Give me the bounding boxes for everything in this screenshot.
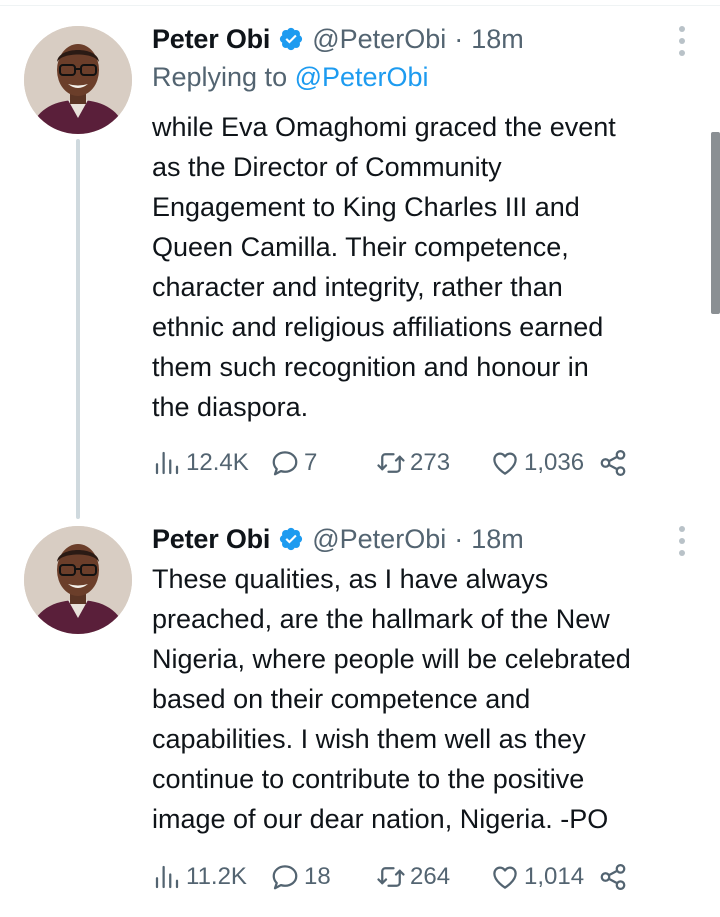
like-button[interactable]: 1,036 — [490, 445, 584, 481]
tweet-text: These qualities, as I have always preach… — [152, 564, 631, 834]
more-vertical-icon[interactable] — [676, 526, 688, 556]
retweet-icon — [377, 867, 405, 887]
avatar-photo — [24, 26, 132, 134]
header-separator: · — [454, 523, 464, 554]
avatar-photo — [24, 526, 132, 634]
verified-badge-icon — [278, 26, 304, 52]
reply-bubble-icon — [272, 865, 298, 890]
tweet-timestamp[interactable]: 18m — [471, 524, 524, 555]
author-name[interactable]: Peter Obi — [152, 524, 270, 555]
author-handle[interactable]: @PeterObi — [312, 24, 446, 55]
replying-to-prefix: Replying to — [152, 62, 295, 92]
retweet-button[interactable]: 264 — [376, 859, 450, 895]
author-handle[interactable]: @PeterObi — [312, 524, 446, 555]
reply-count: 18 — [304, 863, 331, 890]
share-button[interactable] — [598, 445, 628, 481]
avatar[interactable] — [24, 526, 132, 634]
share-button[interactable] — [598, 859, 628, 895]
top-divider — [0, 0, 720, 6]
header-separator: · — [454, 23, 464, 54]
tweet-text: while Eva Omaghomi graced the event as t… — [152, 112, 616, 422]
reply-count: 7 — [304, 449, 318, 476]
like-button[interactable]: 1,014 — [490, 859, 584, 895]
like-count: 1,036 — [524, 449, 585, 476]
retweet-count: 264 — [410, 863, 451, 890]
views-bar-chart-icon — [155, 865, 179, 889]
more-vertical-icon[interactable] — [676, 26, 688, 56]
replying-to-line: Replying to @PeterObi — [152, 62, 429, 93]
tweet-timestamp[interactable]: 18m — [471, 24, 524, 55]
views-bar-chart-icon — [155, 451, 179, 475]
views-button[interactable]: 11.2K — [152, 859, 247, 895]
replying-to-link[interactable]: @PeterObi — [295, 62, 429, 92]
like-count: 1,014 — [524, 863, 585, 890]
author-name[interactable]: Peter Obi — [152, 24, 270, 55]
heart-icon — [493, 866, 517, 889]
reply-button[interactable]: 18 — [270, 859, 331, 895]
tweet[interactable]: Peter Obi @PeterObi · 18m These qualitie… — [0, 520, 720, 910]
avatar[interactable] — [24, 26, 132, 134]
views-button[interactable]: 12.4K — [152, 445, 249, 481]
views-count: 11.2K — [186, 863, 247, 890]
heart-icon — [493, 452, 517, 475]
views-count: 12.4K — [186, 449, 249, 476]
reply-button[interactable]: 7 — [270, 445, 317, 481]
share-icon — [600, 864, 626, 890]
tweet-header: Peter Obi @PeterObi · 18m — [152, 20, 524, 58]
verified-badge-icon — [278, 526, 304, 552]
retweet-button[interactable]: 273 — [376, 445, 450, 481]
retweet-icon — [377, 453, 405, 473]
reply-bubble-icon — [272, 451, 298, 476]
share-icon — [600, 450, 626, 476]
tweet-header: Peter Obi @PeterObi · 18m — [152, 520, 524, 558]
tweet[interactable]: Peter Obi @PeterObi · 18m Replying to @P… — [0, 20, 720, 490]
retweet-count: 273 — [410, 449, 451, 476]
